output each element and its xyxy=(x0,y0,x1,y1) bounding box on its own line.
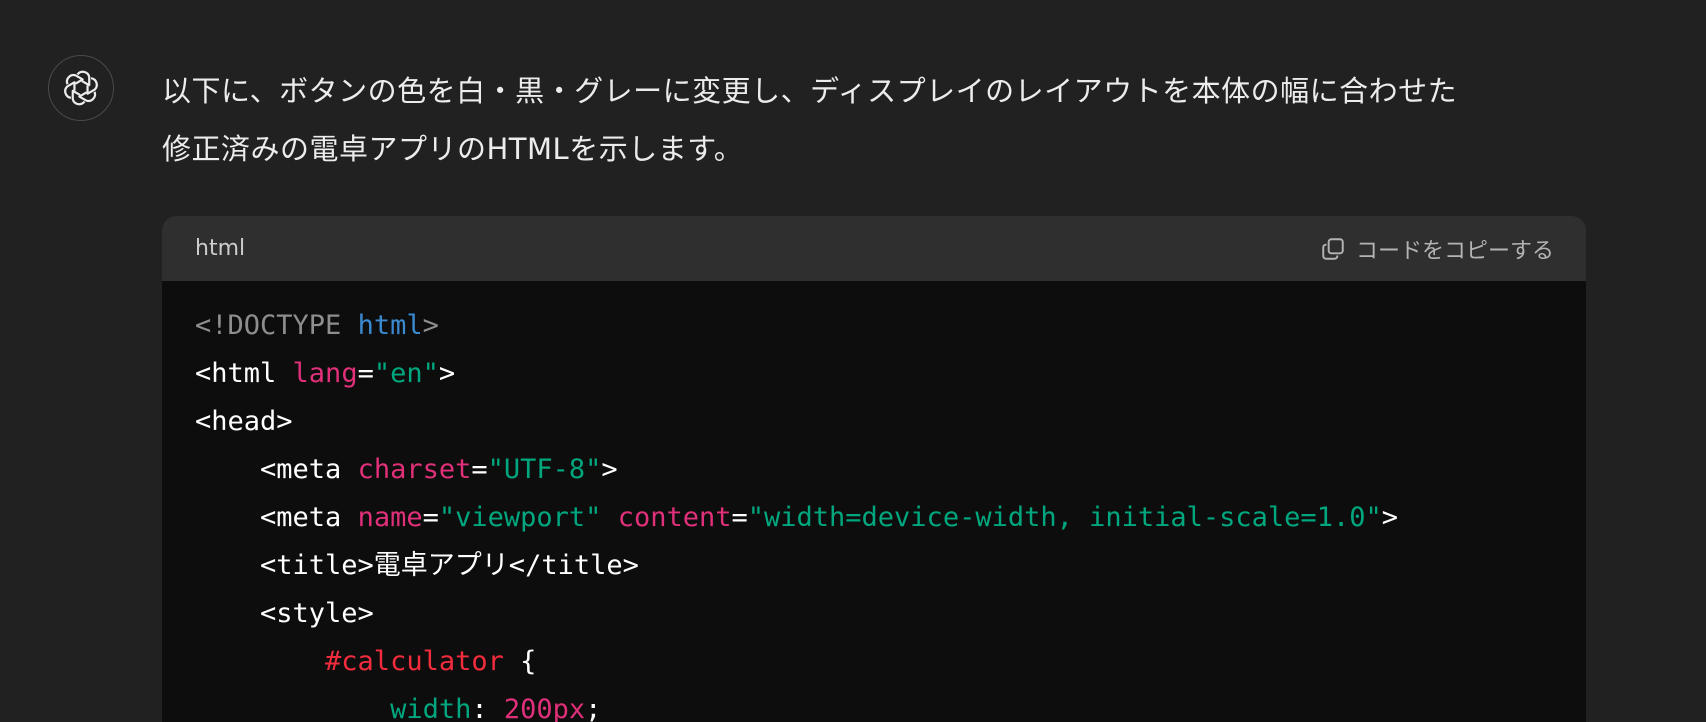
code-language-label: html xyxy=(195,236,246,261)
code-line: width: 200px; xyxy=(195,686,1553,722)
code-token: <title>電卓アプリ</title> xyxy=(195,550,639,581)
code-line: #calculator { xyxy=(195,638,1553,686)
code-token: = xyxy=(422,502,439,533)
code-token: > xyxy=(422,310,439,341)
code-token: width xyxy=(195,694,472,722)
code-token: <meta xyxy=(195,502,358,533)
code-line: <title>電卓アプリ</title> xyxy=(195,542,1553,590)
code-token: "en" xyxy=(373,358,439,389)
code-token: 200px xyxy=(503,694,586,722)
code-token: = xyxy=(731,502,748,533)
code-block-header: html コードをコピーする xyxy=(162,216,1586,281)
code-token: charset xyxy=(357,454,472,485)
copy-icon xyxy=(1320,236,1346,262)
code-line: <head> xyxy=(195,398,1553,446)
code-token: <html xyxy=(195,358,293,389)
code-token: "viewport" xyxy=(438,502,602,533)
code-token: { xyxy=(503,646,537,677)
code-token: <meta xyxy=(195,454,358,485)
code-line: <style> xyxy=(195,590,1553,638)
code-token: content xyxy=(617,502,732,533)
code-token: name xyxy=(357,502,423,533)
code-token: <!DOCTYPE xyxy=(195,310,358,341)
code-token: #calculator xyxy=(195,646,504,677)
code-token: = xyxy=(471,454,488,485)
openai-logo-icon xyxy=(64,70,98,106)
code-token: = xyxy=(357,358,374,389)
code-token: <head> xyxy=(195,406,293,437)
code-token: <style> xyxy=(195,598,374,629)
chat-page: 以下に、ボタンの色を白・黒・グレーに変更し、ディスプレイのレイアウトを本体の幅に… xyxy=(0,0,1706,722)
code-token: > xyxy=(438,358,456,389)
code-line: <!DOCTYPE html> xyxy=(195,302,1553,350)
code-token: lang xyxy=(292,358,358,389)
copy-code-button[interactable]: コードをコピーする xyxy=(1320,233,1554,265)
assistant-avatar xyxy=(48,55,114,121)
code-token: > xyxy=(601,454,618,485)
assistant-message-text: 以下に、ボタンの色を白・黒・グレーに変更し、ディスプレイのレイアウトを本体の幅に… xyxy=(162,74,1458,166)
code-token: "width=device-width, initial-scale=1.0" xyxy=(747,502,1382,533)
code-line: <meta charset="UTF-8"> xyxy=(195,446,1553,494)
code-token: "UTF-8" xyxy=(487,454,602,485)
code-token: : xyxy=(471,694,504,722)
code-token: > xyxy=(1381,502,1398,533)
code-token: html xyxy=(357,310,423,341)
code-token: ; xyxy=(585,694,602,722)
code-content: <!DOCTYPE html> <html lang="en"> <head> <m… xyxy=(162,281,1586,722)
code-block: html コードをコピーする <!DOCTYPE html> <html lang… xyxy=(162,216,1586,722)
copy-code-label: コードをコピーする xyxy=(1355,238,1554,264)
code-line: <meta name="viewport" content="width=dev… xyxy=(195,494,1553,542)
code-line: <html lang="en"> xyxy=(195,350,1553,398)
